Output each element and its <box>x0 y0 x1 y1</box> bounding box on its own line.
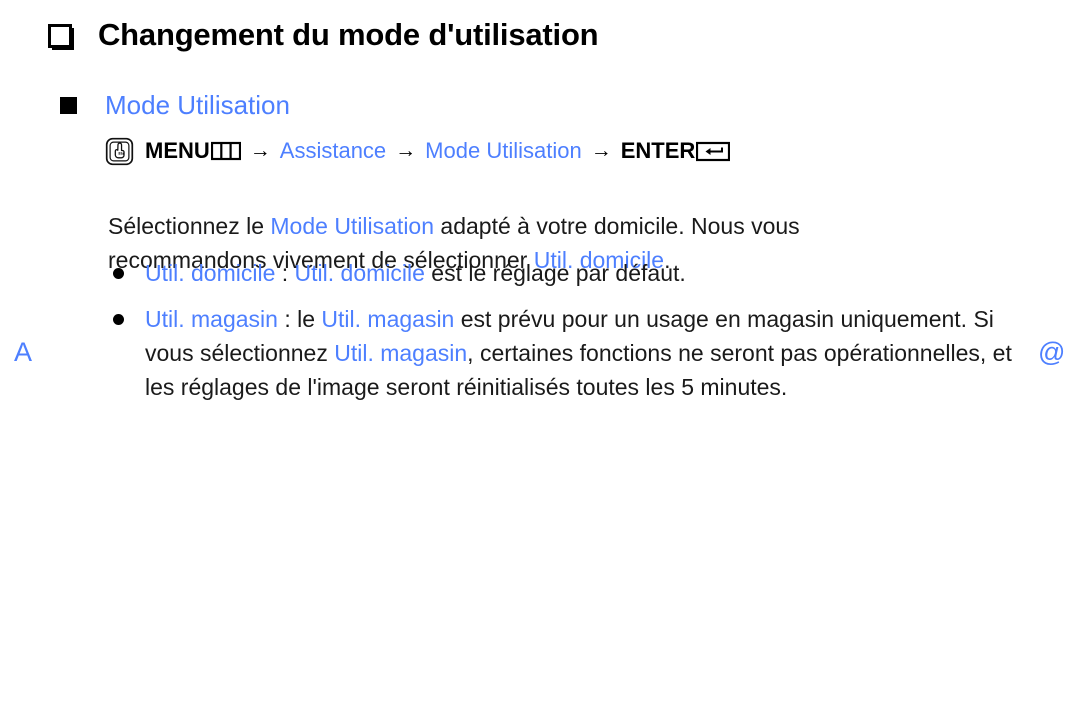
shadowed-hollow-square-bullet-icon <box>48 24 74 50</box>
intro-part-1: Sélectionnez le <box>108 213 271 239</box>
option-description: est le réglage par défaut. <box>424 260 686 286</box>
menu-path-segment-enter: ENTER <box>620 138 696 163</box>
list-item-text: Util. domicile : Util. domicile est le r… <box>145 256 686 290</box>
page-title-row: Changement du mode d'utilisation <box>48 14 599 56</box>
path-arrow-1: → <box>249 139 271 162</box>
filled-square-bullet-icon <box>60 97 77 114</box>
path-arrow-3: → <box>590 139 612 162</box>
option-separator: : <box>275 260 295 286</box>
menu-path: MENU → Assistance → Mode Utilisation → E… <box>105 136 731 166</box>
list-item-text: Util. magasin : le Util. magasin est pré… <box>145 302 1038 404</box>
right-margin-mark: @ <box>1038 337 1066 367</box>
options-list: Util. domicile : Util. domicile est le r… <box>108 256 1038 416</box>
section-heading: Mode Utilisation <box>105 90 290 120</box>
menu-path-segment-assistance: Assistance <box>279 138 387 163</box>
menu-grid-icon <box>210 141 241 161</box>
document-page: Changement du mode d'utilisation Mode Ut… <box>0 0 1080 705</box>
intro-highlight-mode-utilisation: Mode Utilisation <box>270 213 435 239</box>
list-item: Util. magasin : le Util. magasin est pré… <box>108 302 1038 404</box>
option-highlight-util-magasin: Util. magasin <box>321 306 455 332</box>
enter-return-icon <box>696 141 731 161</box>
bullet-dot-icon <box>113 268 124 279</box>
menu-path-segment-menu: MENU <box>145 138 210 163</box>
hand-press-button-icon <box>105 137 134 165</box>
option-term-util-magasin: Util. magasin <box>145 306 278 332</box>
bullet-dot-icon <box>113 314 124 325</box>
option-highlight-util-domicile: Util. domicile <box>294 260 425 286</box>
menu-path-segment-mode-utilisation: Mode Utilisation <box>425 138 582 163</box>
option-term-util-domicile: Util. domicile <box>145 260 276 286</box>
page-title: Changement du mode d'utilisation <box>98 17 599 52</box>
list-item: Util. domicile : Util. domicile est le r… <box>108 256 1038 290</box>
left-margin-mark: A <box>14 337 33 367</box>
section-heading-row: Mode Utilisation <box>60 88 290 122</box>
option-separator: : le <box>277 306 322 332</box>
option-highlight-util-magasin-2: Util. magasin <box>334 340 468 366</box>
path-arrow-2: → <box>395 139 417 162</box>
